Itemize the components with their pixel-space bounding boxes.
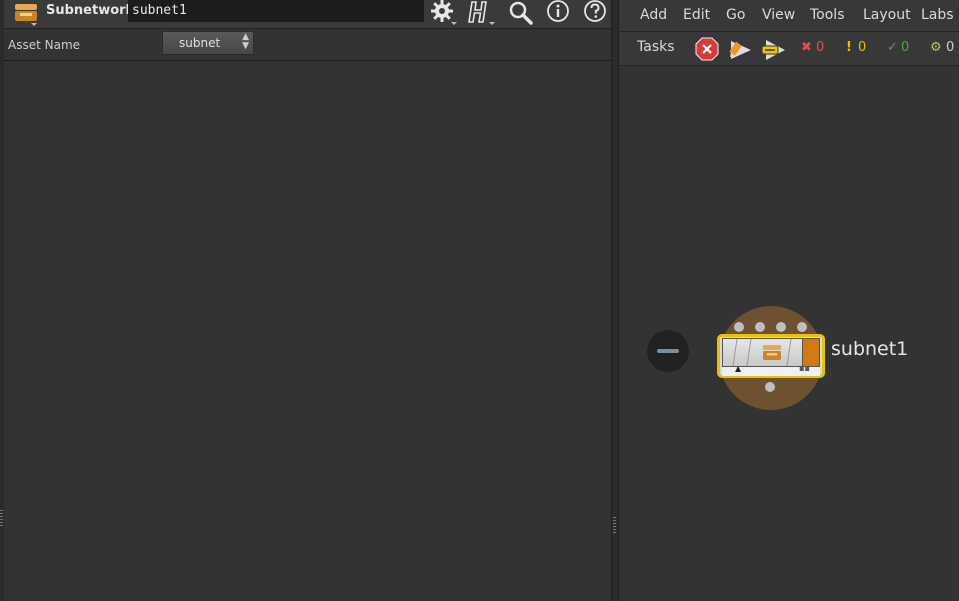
input-connector[interactable] xyxy=(797,322,807,332)
tasks-bar: Tasks ✖ 0 ! 0 ✓ 0 ⚙ 0 xyxy=(619,32,959,66)
resize-grip[interactable] xyxy=(0,510,3,528)
houdini-h-icon[interactable] xyxy=(466,0,496,26)
pending-count: 0 xyxy=(946,40,955,55)
asset-name-value: subnet xyxy=(179,36,221,50)
pane-edge xyxy=(0,0,4,601)
resize-grip[interactable] xyxy=(613,517,616,535)
tasks-label: Tasks xyxy=(637,39,675,55)
cook-tasks-icon[interactable] xyxy=(727,37,753,61)
subnetwork-node-icon xyxy=(763,345,781,360)
help-icon[interactable] xyxy=(580,0,610,26)
display-flag[interactable] xyxy=(802,339,819,366)
node-name-field[interactable] xyxy=(128,0,424,22)
success-count-icon: ✓ xyxy=(887,40,898,55)
menu-add[interactable]: Add xyxy=(640,7,667,23)
menu-view[interactable]: View xyxy=(762,7,795,23)
asset-name-row: Asset Name subnet ▲ ▼ xyxy=(4,30,611,61)
node-name-label[interactable]: subnet1 xyxy=(831,338,908,360)
menu-layout[interactable]: Layout xyxy=(863,7,911,23)
node-type-label: Subnetwork xyxy=(46,3,135,18)
minus-icon xyxy=(657,349,679,353)
warning-count: 0 xyxy=(858,40,867,55)
menu-tools[interactable]: Tools xyxy=(810,7,845,23)
pane-divider[interactable] xyxy=(611,0,619,601)
input-connector[interactable] xyxy=(776,322,786,332)
info-icon[interactable] xyxy=(543,0,573,26)
input-connector[interactable] xyxy=(755,322,765,332)
up-down-arrows-icon: ▲ ▼ xyxy=(242,32,249,51)
subnetwork-node-icon[interactable] xyxy=(14,1,40,26)
gear-icon[interactable] xyxy=(428,0,458,26)
network-pane: Add Edit Go View Tools Layout Labs Tasks xyxy=(619,0,959,601)
error-count: 0 xyxy=(816,40,825,55)
grid-icon: ▪▪ xyxy=(799,364,810,373)
parameter-header: Subnetwork xyxy=(4,0,611,29)
run-tasks-icon[interactable] xyxy=(760,37,786,61)
asset-name-dropdown[interactable]: subnet ▲ ▼ xyxy=(162,31,254,55)
subnet-node[interactable]: ▲ ▪▪ xyxy=(717,334,825,378)
stop-tasks-icon[interactable] xyxy=(694,37,720,61)
node-body xyxy=(722,338,820,367)
parameter-pane: Subnetwork subnet1 Asset Name subnet ▲ ▼ xyxy=(0,0,611,601)
network-menubar: Add Edit Go View Tools Layout Labs xyxy=(619,0,959,32)
output-connector[interactable] xyxy=(765,382,775,392)
node-footer: ▲ ▪▪ xyxy=(722,364,820,376)
menu-labs[interactable]: Labs xyxy=(921,7,954,23)
triangle-icon: ▲ xyxy=(735,364,742,373)
warning-count-icon: ! xyxy=(846,40,852,55)
pending-count-icon: ⚙ xyxy=(930,40,942,55)
search-icon[interactable] xyxy=(506,0,536,26)
menu-edit[interactable]: Edit xyxy=(683,7,710,23)
input-connector[interactable] xyxy=(734,322,744,332)
collapse-button[interactable] xyxy=(647,330,689,372)
network-canvas[interactable]: ▲ ▪▪ subnet1 xyxy=(619,66,959,601)
success-count: 0 xyxy=(901,40,910,55)
menu-go[interactable]: Go xyxy=(726,7,745,23)
asset-name-label: Asset Name xyxy=(8,38,81,52)
error-count-icon: ✖ xyxy=(801,40,812,55)
